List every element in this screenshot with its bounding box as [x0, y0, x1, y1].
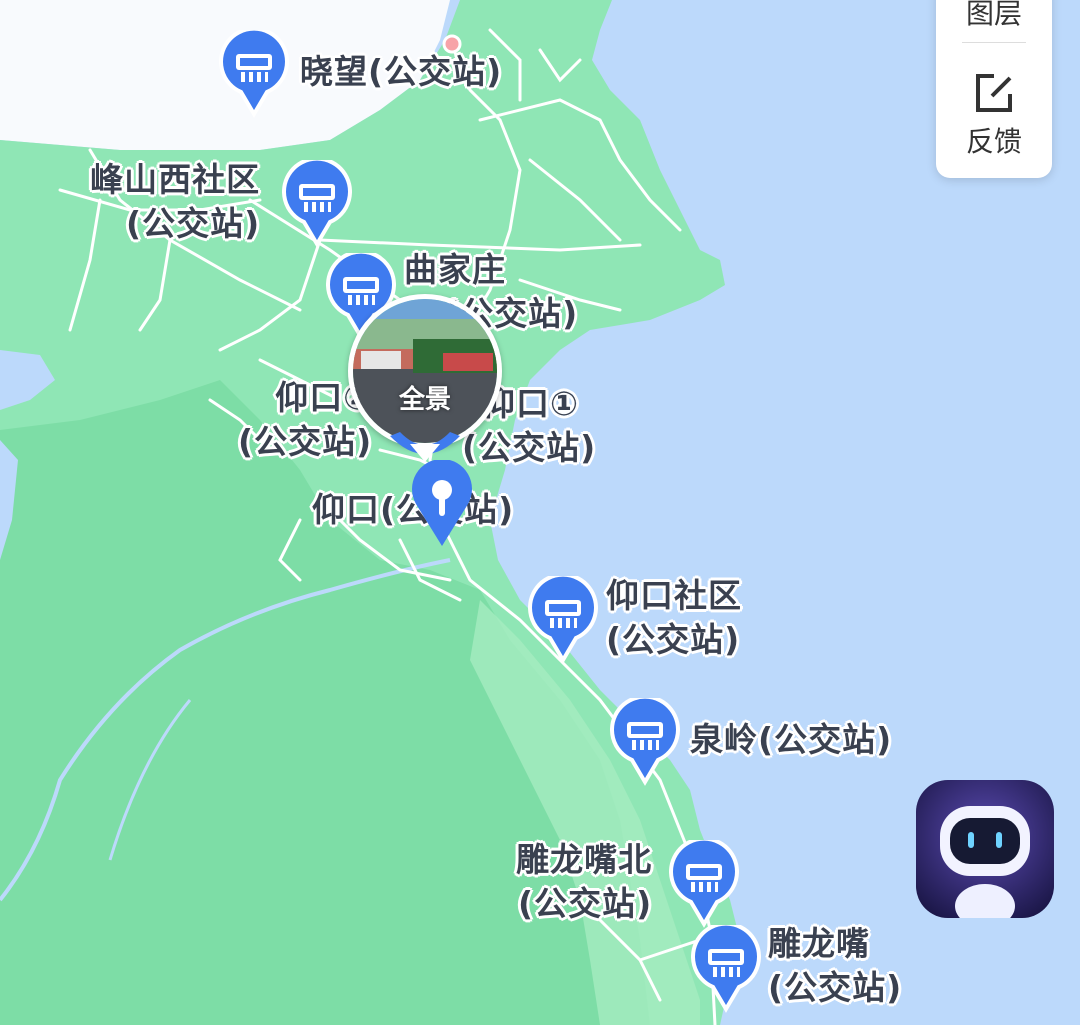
layers-button[interactable]: 图层	[936, 0, 1052, 32]
bus-stop-label[interactable]: 雕龙嘴 (公交站)	[768, 922, 902, 1010]
bus-stop-label[interactable]: 雕龙嘴北 (公交站)	[506, 838, 652, 926]
panorama-thumbnail[interactable]: 全景	[348, 294, 502, 448]
bus-stop-marker[interactable]	[219, 26, 289, 118]
assistant-button[interactable]	[916, 780, 1054, 918]
bus-stop-marker[interactable]	[528, 572, 598, 664]
bus-stop-marker[interactable]	[669, 836, 739, 928]
edit-square-icon	[976, 74, 1012, 112]
map-tools-panel: 图层 反馈	[936, 0, 1052, 178]
panel-divider	[962, 42, 1026, 43]
bus-stop-label[interactable]: 峰山西社区 (公交站)	[80, 158, 260, 246]
location-pin-icon[interactable]	[410, 460, 474, 550]
bus-stop-label[interactable]: 晓望(公交站)	[300, 50, 502, 94]
bus-stop-label[interactable]: 仰口社区 (公交站)	[606, 574, 742, 662]
bus-stop-label[interactable]: 泉岭(公交站)	[690, 718, 892, 762]
panorama-label: 全景	[398, 385, 451, 415]
panorama-pointer	[390, 432, 460, 462]
street-view-image	[353, 299, 497, 443]
bus-stop-marker[interactable]	[691, 921, 761, 1013]
robot-icon	[916, 780, 1054, 918]
bus-stop-marker[interactable]	[610, 694, 680, 786]
feedback-button[interactable]: 反馈	[936, 62, 1052, 172]
feedback-label: 反馈	[965, 125, 1022, 158]
bus-stop-marker[interactable]	[282, 156, 352, 248]
